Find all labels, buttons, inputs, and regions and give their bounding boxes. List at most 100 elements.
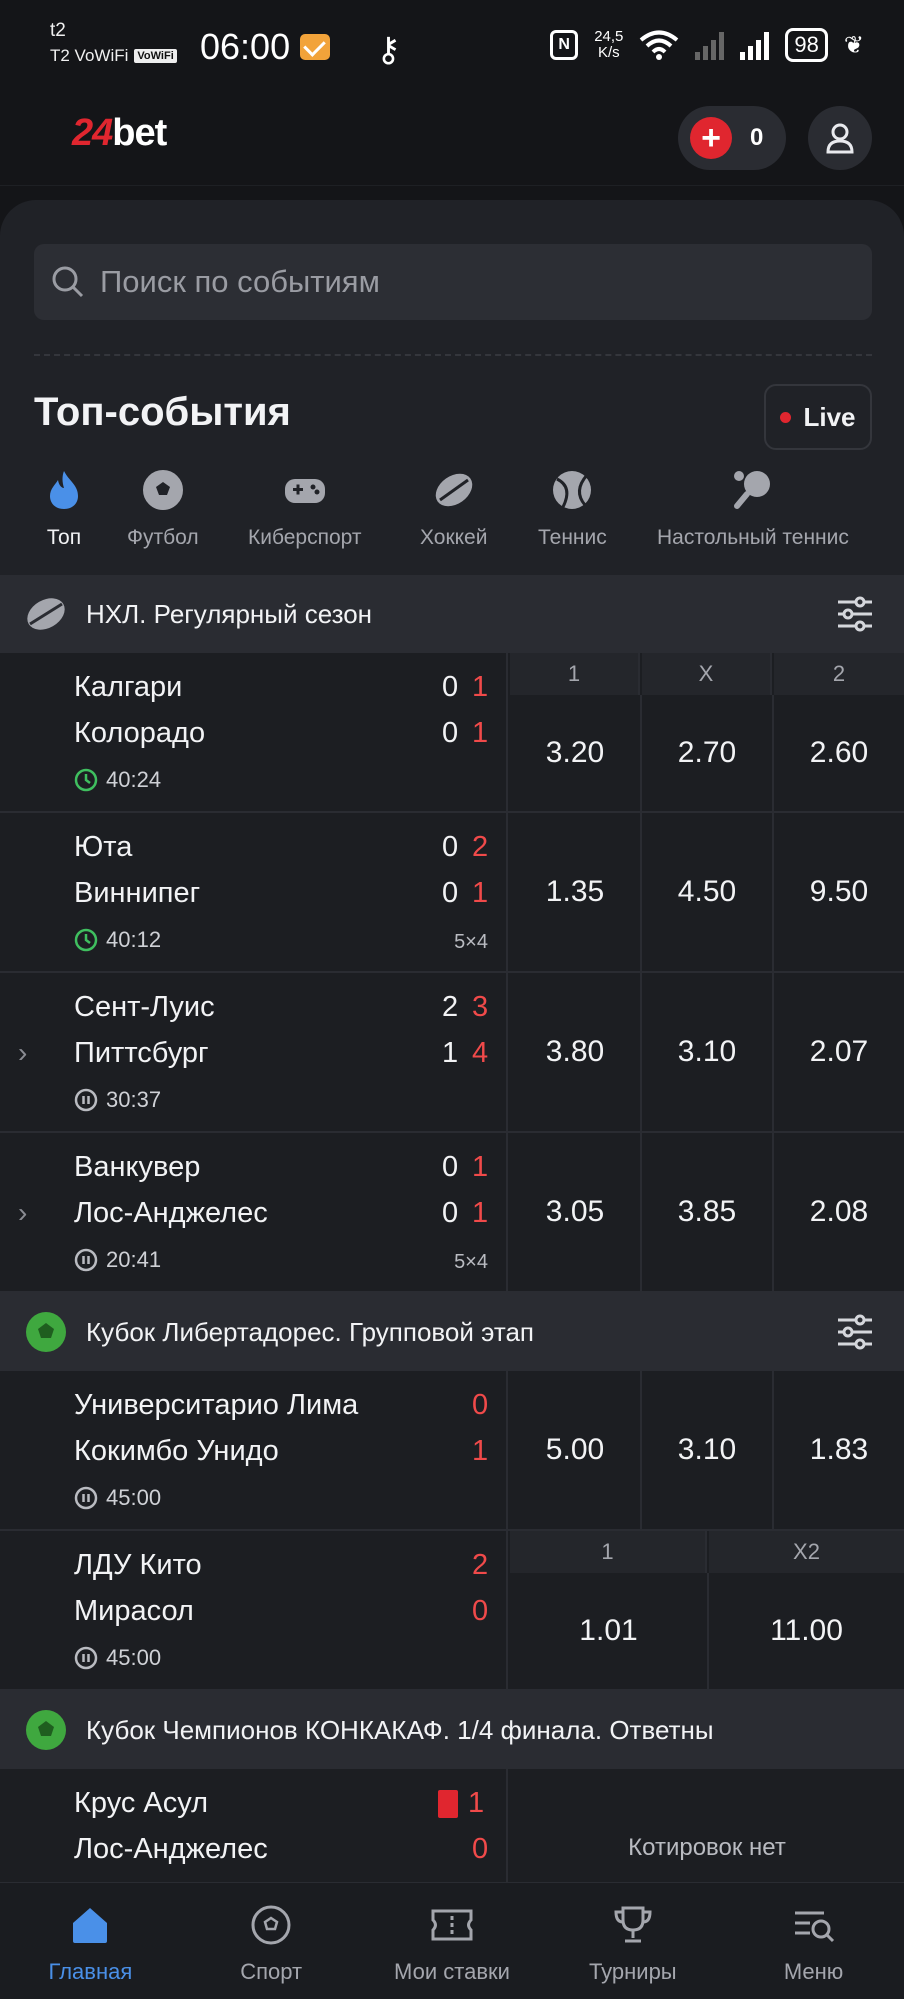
nav-my-bets[interactable]: Мои ставки [362, 1883, 543, 1999]
match-row[interactable]: Калгари Колорадо 0 1 0 1 40:24 1 X 2 3.2… [0, 653, 904, 813]
deposit-button[interactable]: + 0 [678, 106, 786, 170]
home-icon [68, 1903, 112, 1947]
team-home: Крус Асул [74, 1787, 209, 1819]
team-home: Университарио Лима [74, 1389, 359, 1421]
nav-sport[interactable]: Спорт [181, 1883, 362, 1999]
powerplay-indicator: 5×4 [454, 1251, 488, 1273]
trophy-icon [611, 1903, 655, 1947]
leaf-icon: ❦ [843, 31, 864, 59]
tab-football[interactable]: Футбол [127, 468, 199, 550]
league-name: Кубок Чемпионов КОНКАКАФ. 1/4 финала. От… [86, 1714, 714, 1745]
clock-icon [74, 768, 98, 792]
odds-button-1[interactable]: 3.05 [510, 1133, 642, 1291]
total-score: 1 [472, 717, 489, 749]
network-speed: 24,5 K/s [594, 28, 624, 61]
total-score: 1 [472, 877, 489, 909]
odds-button-2[interactable]: 2.60 [774, 695, 904, 811]
team-away: Кокимбо Унидо [74, 1435, 279, 1467]
clock: 06:00 [200, 26, 291, 67]
odds-header-2: 2 [774, 653, 904, 695]
tab-tennis[interactable]: Теннис [538, 468, 607, 550]
match-row[interactable]: Юта Виннипег 0 2 0 1 40:12 5×4 1.35 4.50… [0, 813, 904, 973]
profile-button[interactable] [808, 106, 872, 170]
status-bar: t2 T2 VoWiFi VoWiFi 06:00 ⚷ N 24,5 K/s 9… [0, 0, 904, 90]
odds-button-1[interactable]: 1.35 [510, 813, 642, 971]
total-score: 0 [472, 1389, 489, 1421]
tab-hockey[interactable]: Хоккей [420, 468, 487, 550]
period-score: 0 [442, 1151, 459, 1183]
period-score: 0 [442, 877, 459, 909]
pause-icon [74, 1646, 98, 1670]
tab-table-tennis[interactable]: Настольный теннис [657, 468, 849, 550]
section-title: Топ-события [34, 390, 291, 434]
league-header-nhl[interactable]: НХЛ. Регулярный сезон [0, 575, 904, 653]
match-time: 45:00 [74, 1645, 161, 1671]
search-input[interactable]: Поиск по событиям [34, 244, 872, 320]
odds-button-x[interactable]: 3.10 [642, 973, 774, 1131]
odds-button-x[interactable]: 3.85 [642, 1133, 774, 1291]
match-time: 40:12 [74, 927, 161, 953]
sports-tabs: Топ Футбол Киберспорт Хоккей Теннис Наст… [0, 468, 904, 568]
odds-button-1[interactable]: 5.00 [510, 1371, 642, 1529]
team-away: Мирасол [74, 1595, 194, 1627]
odds-header-1: 1 [510, 653, 640, 695]
nav-menu[interactable]: Меню [723, 1883, 904, 1999]
odds-button-2[interactable]: 2.08 [774, 1133, 904, 1291]
odds-button-x[interactable]: 4.50 [642, 813, 774, 971]
odds-button-x[interactable]: 3.10 [642, 1371, 774, 1529]
tennis-ball-icon [550, 468, 594, 512]
team-home: Калгари [74, 671, 183, 703]
match-row[interactable]: Крус Асул Лос-Анджелес 1 0 Котировок нет [0, 1769, 904, 1882]
football-icon [141, 468, 185, 512]
odds-button-2[interactable]: 9.50 [774, 813, 904, 971]
red-card-icon [438, 1790, 458, 1819]
odds-button-1[interactable]: 1.01 [510, 1573, 709, 1689]
period-score: 0 [442, 1197, 459, 1229]
odds-button-x2[interactable]: 11.00 [709, 1573, 904, 1689]
flame-icon [42, 468, 86, 512]
team-away: Лос-Анджелес [74, 1197, 268, 1229]
league-header-concacaf[interactable]: Кубок Чемпионов КОНКАКАФ. 1/4 финала. От… [0, 1691, 904, 1769]
team-home: Юта [74, 831, 133, 863]
ball-icon [249, 1903, 293, 1947]
odds-button-2[interactable]: 1.83 [774, 1371, 904, 1529]
team-away: Виннипег [74, 877, 201, 909]
chevron-right-icon[interactable]: › [18, 1197, 27, 1229]
hockey-puck-icon [27, 598, 65, 630]
gamepad-icon [283, 468, 327, 512]
football-icon [26, 1710, 66, 1750]
filter-settings-icon[interactable] [836, 1313, 874, 1351]
table-tennis-icon [731, 468, 775, 512]
app-header: 24bet + 0 [0, 90, 904, 186]
league-name: Кубок Либертадорес. Групповой этап [86, 1316, 534, 1347]
match-row[interactable]: ЛДУ Кито Мирасол 2 0 45:00 1 X2 1.01 11.… [0, 1531, 904, 1691]
balance-value: 0 [750, 124, 764, 151]
match-time: 20:41 [74, 1247, 161, 1273]
total-score: 3 [472, 991, 489, 1023]
live-button[interactable]: Live [764, 384, 872, 450]
nav-home[interactable]: Главная [0, 1883, 181, 1999]
odds-header-x: X [642, 653, 772, 695]
odds-button-1[interactable]: 3.20 [510, 695, 642, 811]
bottom-navigation: Главная Спорт Мои ставки Турниры Меню [0, 1882, 904, 1999]
search-icon [52, 266, 84, 298]
team-home: ЛДУ Кито [74, 1549, 202, 1581]
live-dot-icon [780, 411, 792, 423]
match-row[interactable]: › Ванкувер Лос-Анджелес 0 1 0 1 20:41 5×… [0, 1133, 904, 1293]
total-score: 2 [472, 1549, 489, 1581]
key-icon: ⚷ [376, 31, 401, 69]
carrier-name: t2 [50, 20, 66, 41]
nav-tournaments[interactable]: Турниры [542, 1883, 723, 1999]
tab-top[interactable]: Топ [42, 468, 86, 550]
odds-button-2[interactable]: 2.07 [774, 973, 904, 1131]
logo[interactable]: 24bet [72, 112, 167, 155]
chevron-right-icon[interactable]: › [18, 1037, 27, 1069]
tab-esports[interactable]: Киберспорт [248, 468, 362, 550]
filter-settings-icon[interactable] [836, 595, 874, 633]
league-header-libertadores[interactable]: Кубок Либертадорес. Групповой этап [0, 1293, 904, 1371]
odds-button-1[interactable]: 3.80 [510, 973, 642, 1131]
match-row[interactable]: Университарио Лима Кокимбо Унидо 0 1 45:… [0, 1371, 904, 1531]
match-row[interactable]: › Сент-Луис Питтсбург 2 3 1 4 30:37 3.80… [0, 973, 904, 1133]
odds-button-x[interactable]: 2.70 [642, 695, 774, 811]
live-label: Live [803, 401, 856, 432]
